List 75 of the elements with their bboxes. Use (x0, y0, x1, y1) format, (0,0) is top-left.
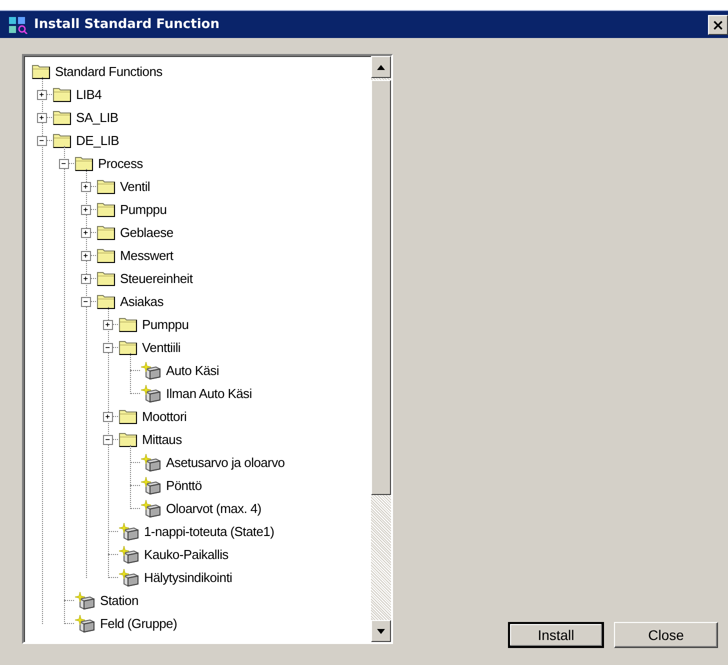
folder-icon (119, 409, 137, 424)
box-icon (119, 546, 139, 564)
tree-item[interactable]: Messwert (118, 248, 176, 263)
box-icon (75, 614, 95, 632)
tree-item[interactable]: DE_LIB (74, 133, 122, 148)
down-arrow-icon (377, 628, 385, 634)
folder-icon (97, 271, 115, 286)
tree-item[interactable]: Asiakas (118, 294, 166, 309)
up-arrow-icon (377, 64, 385, 70)
tree-item[interactable]: Kauko-Paikallis (142, 547, 230, 562)
box-icon (75, 592, 95, 610)
tree-item[interactable]: Mittaus (140, 432, 184, 447)
collapse-toggle[interactable] (37, 136, 47, 146)
expand-toggle[interactable] (81, 274, 91, 284)
tree-item[interactable]: Hälytysindikointi (142, 570, 234, 585)
expand-toggle[interactable] (81, 251, 91, 261)
collapse-toggle[interactable] (103, 343, 113, 353)
box-icon (141, 500, 161, 518)
folder-icon (119, 432, 137, 447)
scroll-thumb[interactable] (371, 80, 391, 495)
scrollbar[interactable] (371, 56, 391, 642)
box-icon (119, 568, 139, 586)
box-icon (141, 384, 161, 402)
tree-item[interactable]: Steuereinheit (118, 271, 195, 286)
folder-icon (97, 248, 115, 263)
expand-toggle[interactable] (103, 412, 113, 422)
tree-item[interactable]: Station (98, 593, 140, 608)
scroll-down-button[interactable] (371, 620, 391, 642)
tree-item[interactable]: Oloarvot (max. 4) (164, 501, 264, 516)
expand-toggle[interactable] (81, 228, 91, 238)
folder-icon (53, 87, 71, 102)
folder-icon (119, 340, 137, 355)
collapse-toggle[interactable] (103, 435, 113, 445)
box-icon (141, 476, 161, 494)
tree-item[interactable]: Pumppu (140, 317, 191, 332)
tree-item[interactable]: Venttiili (140, 340, 182, 355)
collapse-toggle[interactable] (81, 297, 91, 307)
app-icon (8, 16, 28, 34)
scroll-up-button[interactable] (371, 56, 391, 78)
folder-icon (97, 294, 115, 309)
tree-item[interactable]: Asetusarvo ja oloarvo (164, 455, 287, 470)
tree-item[interactable]: SA_LIB (74, 110, 120, 125)
expand-toggle[interactable] (37, 90, 47, 100)
tree-item[interactable]: Pönttö (164, 478, 204, 493)
tree-item[interactable]: Moottori (140, 409, 189, 424)
collapse-toggle[interactable] (59, 159, 69, 169)
expand-toggle[interactable] (81, 182, 91, 192)
install-button[interactable]: Install (508, 622, 604, 648)
box-icon (119, 522, 139, 540)
tree-item[interactable]: Standard Functions (53, 64, 164, 79)
expand-toggle[interactable] (81, 205, 91, 215)
tree-item[interactable]: Ilman Auto Käsi (164, 386, 254, 401)
tree-item[interactable]: LIB4 (74, 87, 104, 102)
tree-item[interactable]: Feld (Gruppe) (98, 616, 180, 631)
tree-item[interactable]: Auto Käsi (164, 363, 221, 378)
tree-item[interactable]: 1-nappi-toteuta (State1) (142, 524, 276, 539)
folder-icon (75, 156, 93, 171)
box-icon (141, 362, 161, 380)
expand-toggle[interactable] (103, 320, 113, 330)
window-title: Install Standard Function (34, 17, 220, 32)
folder-icon (97, 202, 115, 217)
folder-icon (32, 64, 50, 79)
close-button[interactable]: × (708, 14, 728, 34)
folder-icon (119, 317, 137, 332)
close-dialog-button[interactable]: Close (614, 622, 718, 648)
folder-icon (53, 110, 71, 125)
folder-icon (97, 179, 115, 194)
tree-item[interactable]: Ventil (118, 179, 152, 194)
tree-item[interactable]: Process (96, 156, 145, 171)
folder-icon (53, 133, 71, 148)
folder-icon (97, 225, 115, 240)
tree-item[interactable]: Geblaese (118, 225, 176, 240)
expand-toggle[interactable] (37, 113, 47, 123)
box-icon (141, 454, 161, 472)
tree-item[interactable]: Pumppu (118, 202, 169, 217)
